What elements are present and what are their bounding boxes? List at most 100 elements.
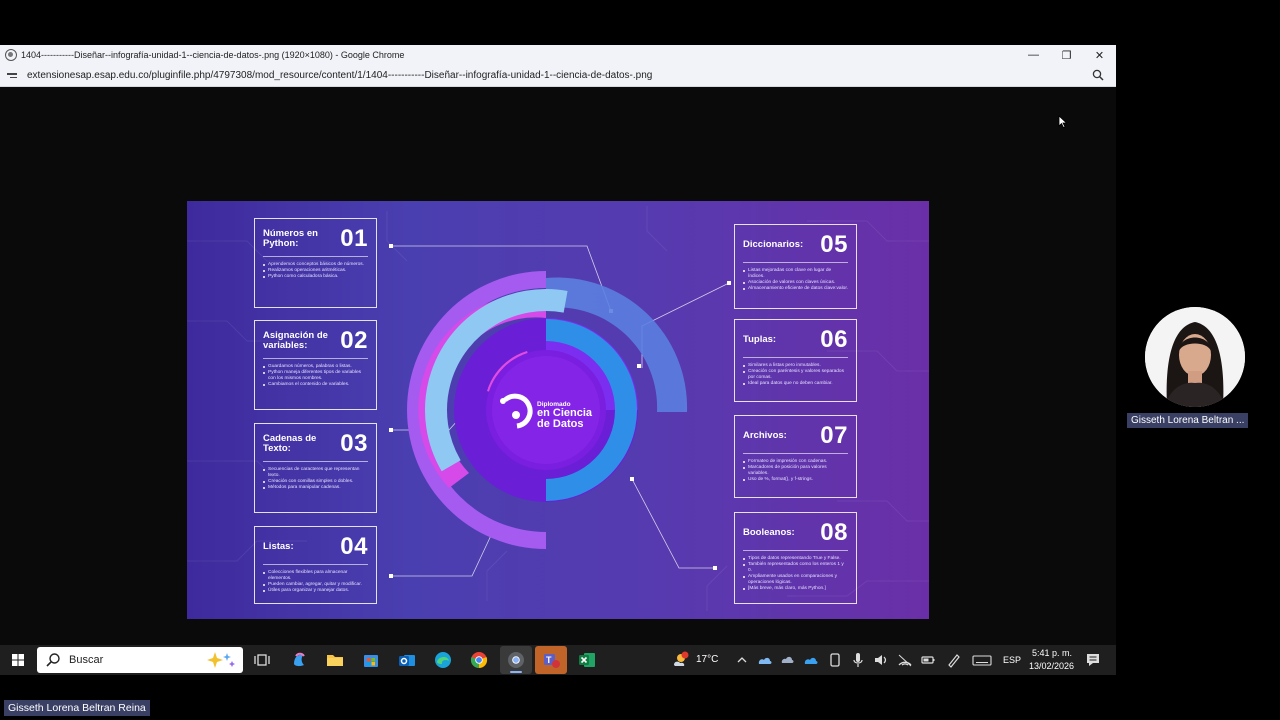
close-button[interactable]: ✕: [1083, 45, 1116, 65]
card-bullets: Aprendemos conceptos básicos de números.…: [263, 262, 368, 280]
infographic-image[interactable]: Diplomado en Ciencia de Datos Números en…: [187, 201, 929, 619]
card-title: Listas:: [263, 541, 294, 552]
card-divider: [743, 262, 848, 263]
card-bullet: [Más breve, más claro, más Python.]: [743, 586, 848, 592]
battery-icon[interactable]: [918, 650, 938, 670]
card-bullet: Ampliamente usados en comparaciones y op…: [743, 574, 848, 586]
active-indicator: [510, 671, 522, 673]
keyboard-icon[interactable]: [972, 650, 992, 670]
chrome-profile-active[interactable]: [500, 646, 532, 674]
card-title: Números en Python:: [263, 228, 318, 249]
card-title: Booleanos:: [743, 527, 795, 538]
card-01: Números en Python: 01 Aprendemos concepto…: [254, 218, 377, 308]
excel-icon[interactable]: [577, 650, 597, 670]
clock-time[interactable]: 5:41 p. m.: [1032, 648, 1072, 658]
chevron-up-icon[interactable]: [732, 650, 752, 670]
card-title: Diccionarios:: [743, 239, 804, 250]
card-number: 05: [820, 231, 848, 258]
site-info-icon[interactable]: [7, 70, 19, 82]
card-number: 02: [340, 327, 368, 354]
edge-icon[interactable]: [433, 650, 453, 670]
card-number: 07: [820, 422, 848, 449]
card-number: 01: [340, 225, 368, 252]
clock-date[interactable]: 13/02/2026: [1029, 661, 1074, 671]
card-04: Listas: 04 Colecciones flexibles para alm…: [254, 526, 377, 604]
card-title: Archivos:: [743, 430, 787, 441]
copilot-app-icon[interactable]: [289, 650, 309, 670]
card-bullet: Python maneja diferentes tipos de variab…: [263, 370, 368, 382]
language-indicator[interactable]: ESP: [1003, 655, 1021, 665]
card-bullet: Python como calculadora básica.: [263, 274, 368, 280]
card-bullets: Tipos de datos representando True y Fals…: [743, 556, 848, 592]
card-bullet: Uso de %, format(), y f-strings.: [743, 477, 848, 483]
card-number: 03: [340, 430, 368, 457]
globe-icon: [5, 49, 17, 61]
window-title: 1404-----------Diseñar--infografía-unida…: [21, 50, 405, 60]
card-bullet: Métodos para manipular cadenas.: [263, 485, 368, 491]
title-bar[interactable]: 1404-----------Diseñar--infografía-unida…: [0, 45, 1116, 65]
chrome-icon[interactable]: [469, 650, 489, 670]
card-03: Cadenas de Texto: 03 Secuencias de caract…: [254, 423, 377, 513]
card-number: 06: [820, 326, 848, 353]
card-bullets: Colecciones flexibles para almacenar ele…: [263, 570, 368, 594]
card-bullet: Útiles para organizar y manejar datos.: [263, 588, 368, 594]
card-divider: [743, 357, 848, 358]
task-view-icon[interactable]: [252, 650, 272, 670]
pen-icon[interactable]: [944, 650, 964, 670]
chrome-window: 1404-----------Diseñar--infografía-unida…: [0, 45, 1116, 645]
address-bar[interactable]: extensionesap.esap.edu.co/pluginfile.php…: [0, 65, 1116, 87]
card-divider: [263, 256, 368, 257]
microsoft-store-icon[interactable]: [361, 650, 381, 670]
restore-button[interactable]: ❐: [1050, 45, 1083, 65]
card-divider: [743, 453, 848, 454]
card-06: Tuplas: 06 Similares a listas pero inmuta…: [734, 319, 857, 402]
card-bullet: Ideal para datos que no deben cambiar.: [743, 381, 848, 387]
screen: 1404-----------Diseñar--infografía-unida…: [0, 0, 1280, 720]
card-number: 04: [340, 533, 368, 560]
volume-icon[interactable]: [871, 650, 891, 670]
participant-avatar: [1145, 307, 1245, 407]
windows-start-icon[interactable]: [8, 650, 28, 670]
card-bullet: Listas mejoradas con clave en lugar de í…: [743, 268, 848, 280]
card-title: Cadenas de Texto:: [263, 433, 317, 454]
participant-video[interactable]: [1145, 307, 1245, 407]
notification-icon[interactable]: [1083, 650, 1103, 670]
card-bullet: Marcadores de posición para valores vari…: [743, 465, 848, 477]
card-divider: [743, 550, 848, 551]
wifi-icon[interactable]: [895, 650, 915, 670]
outlook-icon[interactable]: [397, 650, 417, 670]
weather-temperature[interactable]: 17°C: [696, 654, 718, 665]
url-text[interactable]: extensionesap.esap.edu.co/pluginfile.php…: [27, 70, 652, 81]
file-explorer-icon[interactable]: [325, 650, 345, 670]
taskbar: Buscar T 17°C ESP 5:41 p. m. 13/02/2026: [0, 645, 1116, 675]
search-icon: [46, 653, 60, 667]
card-08: Booleanos: 08 Tipos de datos representand…: [734, 512, 857, 604]
onedrive-personal-icon[interactable]: [801, 650, 821, 670]
chrome-profile-icon: [508, 652, 524, 668]
card-divider: [263, 564, 368, 565]
logo-line3: de Datos: [537, 418, 584, 430]
card-bullet: Almacenamiento eficiente de datos clave:…: [743, 286, 848, 292]
card-divider: [263, 358, 368, 359]
onedrive-icon[interactable]: [755, 650, 775, 670]
card-05: Diccionarios: 05 Listas mejoradas con cla…: [734, 224, 857, 309]
network-drive-icon[interactable]: [778, 650, 798, 670]
card-bullets: Similares a listas pero inmutables. Crea…: [743, 363, 848, 387]
device-icon[interactable]: [825, 650, 845, 670]
zoom-icon[interactable]: [1092, 69, 1104, 81]
page-viewport: Diplomado en Ciencia de Datos Números en…: [0, 88, 1116, 645]
logo-text: Diplomado en Ciencia de Datos: [537, 401, 592, 430]
card-bullet: Cambiamos el contenido de variables.: [263, 382, 368, 388]
card-title: Asignación de variables:: [263, 330, 328, 351]
minimize-button[interactable]: —: [1017, 45, 1050, 65]
microphone-icon[interactable]: [848, 650, 868, 670]
card-bullets: Guardamos números, palabras o listas. Py…: [263, 364, 368, 388]
window-controls: — ❐ ✕: [1017, 45, 1116, 65]
card-bullet: Creación con paréntesis y valores separa…: [743, 369, 848, 381]
card-bullets: Secuencias de caracteres que representan…: [263, 467, 368, 491]
weather-icon[interactable]: [670, 650, 690, 670]
card-bullets: Listas mejoradas con clave en lugar de í…: [743, 268, 848, 292]
copilot-sparkle-icon: [207, 652, 235, 668]
teams-app[interactable]: T: [535, 646, 567, 674]
taskbar-search[interactable]: Buscar: [37, 647, 243, 673]
